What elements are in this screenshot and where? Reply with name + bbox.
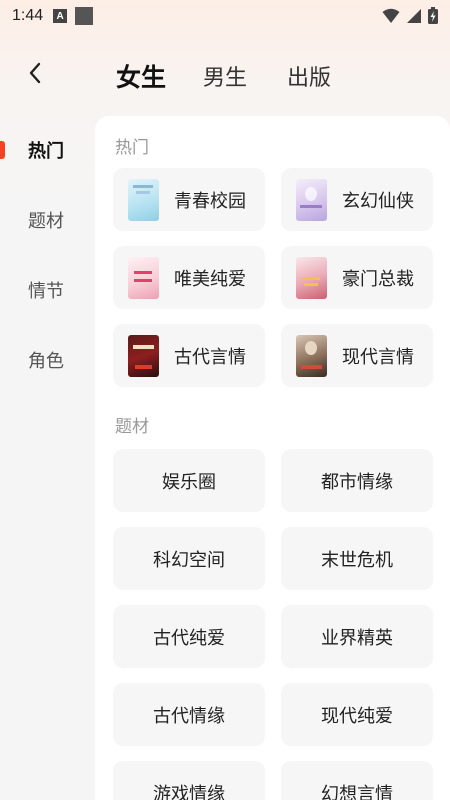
back-arrow-icon: [29, 62, 41, 84]
topic-grid: 娱乐圈 都市情缘 科幻空间 末世危机 古代纯爱 业界精英 古代情缘 现代纯爱 游…: [113, 449, 433, 800]
sidebar-item-role[interactable]: 角色: [0, 325, 95, 395]
book-cover-image: [296, 178, 327, 221]
category-content[interactable]: 热门 青春校园 玄幻仙侠 唯美纯爱 豪门总裁 古代言情 现代言情 题材 娱乐圈 …: [95, 116, 450, 800]
sidebar-item-hot[interactable]: 热门: [0, 115, 95, 185]
category-card[interactable]: 豪门总裁: [281, 246, 433, 309]
category-label: 玄幻仙侠: [342, 190, 414, 212]
wifi-icon: [382, 8, 400, 23]
sidebar-item-label: 热门: [28, 141, 64, 162]
book-cover-image: [128, 178, 159, 221]
category-card[interactable]: 都市情缘: [281, 449, 433, 512]
top-bar: 女生 男生 出版: [0, 50, 450, 100]
book-cover-image: [296, 256, 327, 299]
notification-a-icon: A: [53, 9, 68, 23]
category-card[interactable]: 青春校园: [113, 168, 265, 231]
category-card[interactable]: 末世危机: [281, 527, 433, 590]
tab-male[interactable]: 男生: [203, 60, 247, 92]
sidebar-item-label: 题材: [28, 211, 64, 232]
book-cover-image: [128, 256, 159, 299]
category-card[interactable]: 古代纯爱: [113, 605, 265, 668]
section-title-topic: 题材: [115, 417, 149, 437]
category-card[interactable]: 娱乐圈: [113, 449, 265, 512]
tab-female[interactable]: 女生: [116, 58, 166, 94]
category-card[interactable]: 玄幻仙侠: [281, 168, 433, 231]
category-card[interactable]: 古代言情: [113, 324, 265, 387]
section-title-hot: 热门: [115, 138, 149, 158]
category-card[interactable]: 业界精英: [281, 605, 433, 668]
category-card[interactable]: 游戏情缘: [113, 761, 265, 800]
category-label: 现代言情: [342, 346, 414, 368]
category-label: 豪门总裁: [342, 268, 414, 290]
back-button[interactable]: [20, 58, 50, 88]
sidebar-item-plot[interactable]: 情节: [0, 255, 95, 325]
sidebar-item-label: 情节: [28, 281, 64, 302]
notification-square-icon: [75, 7, 94, 25]
category-sidebar: 热门 题材 情节 角色: [0, 115, 95, 395]
sidebar-item-label: 角色: [28, 351, 64, 372]
category-card[interactable]: 现代纯爱: [281, 683, 433, 746]
status-time: 1:44: [12, 7, 44, 24]
active-indicator: [0, 141, 5, 159]
category-label: 青春校园: [174, 190, 246, 212]
category-card[interactable]: 科幻空间: [113, 527, 265, 590]
battery-icon: [428, 7, 438, 24]
category-label: 古代言情: [174, 346, 246, 368]
category-label: 唯美纯爱: [174, 268, 246, 290]
hot-grid: 青春校园 玄幻仙侠 唯美纯爱 豪门总裁 古代言情 现代言情: [113, 168, 433, 387]
category-card[interactable]: 古代情缘: [113, 683, 265, 746]
category-card[interactable]: 现代言情: [281, 324, 433, 387]
sidebar-item-topic[interactable]: 题材: [0, 185, 95, 255]
category-card[interactable]: 幻想言情: [281, 761, 433, 800]
status-bar: 1:44 A: [0, 0, 450, 32]
book-cover-image: [128, 334, 159, 377]
category-card[interactable]: 唯美纯爱: [113, 246, 265, 309]
book-cover-image: [296, 334, 327, 377]
signal-icon: [407, 8, 421, 23]
tab-publishing[interactable]: 出版: [287, 60, 331, 92]
